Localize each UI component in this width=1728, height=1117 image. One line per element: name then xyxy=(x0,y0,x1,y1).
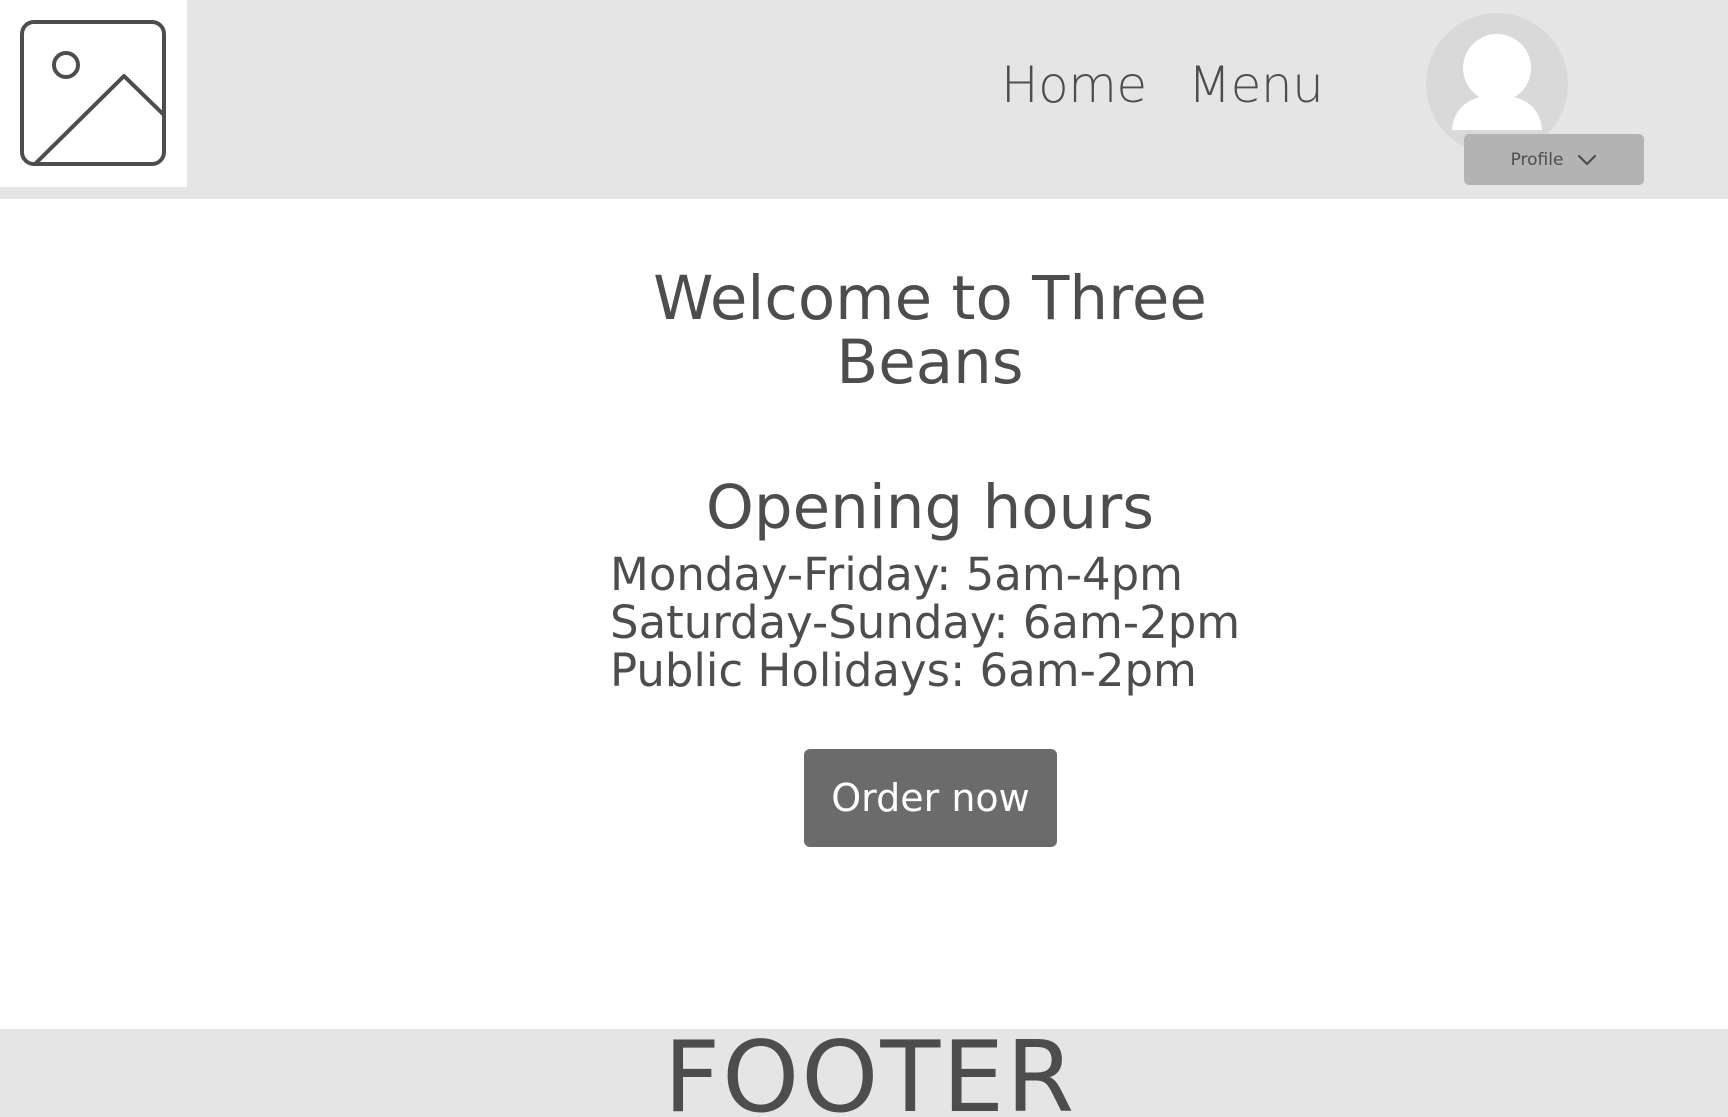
chevron-down-icon xyxy=(1578,154,1597,165)
nav-menu-link[interactable]: Menu xyxy=(1188,60,1324,110)
profile-dropdown-button[interactable]: Profile xyxy=(1464,134,1644,185)
order-now-button[interactable]: Order now xyxy=(804,749,1057,847)
page: Home Menu Profile Welcome to Three Beans… xyxy=(0,0,1728,1117)
hours-item-weekend: Saturday-Sunday: 6am-2pm xyxy=(610,596,1241,649)
page-title: Welcome to Three Beans xyxy=(653,263,1207,398)
main-content: Welcome to Three Beans Opening hours Mon… xyxy=(0,199,1728,1029)
opening-hours-list: Monday-Friday: 5am-4pm Saturday-Sunday: … xyxy=(610,551,1240,695)
nav-home-link[interactable]: Home xyxy=(1001,60,1147,110)
hours-item-weekdays: Monday-Friday: 5am-4pm xyxy=(610,548,1183,601)
profile-button-label: Profile xyxy=(1510,149,1564,170)
site-footer: FOOTER xyxy=(0,1029,1728,1117)
site-header: Home Menu Profile xyxy=(0,0,1728,199)
hours-item-public-holidays: Public Holidays: 6am-2pm xyxy=(610,644,1197,697)
footer-text: FOOTER xyxy=(663,1029,1077,1117)
image-placeholder-icon xyxy=(20,20,166,166)
opening-hours-heading: Opening hours xyxy=(705,472,1155,543)
logo[interactable] xyxy=(0,0,187,187)
